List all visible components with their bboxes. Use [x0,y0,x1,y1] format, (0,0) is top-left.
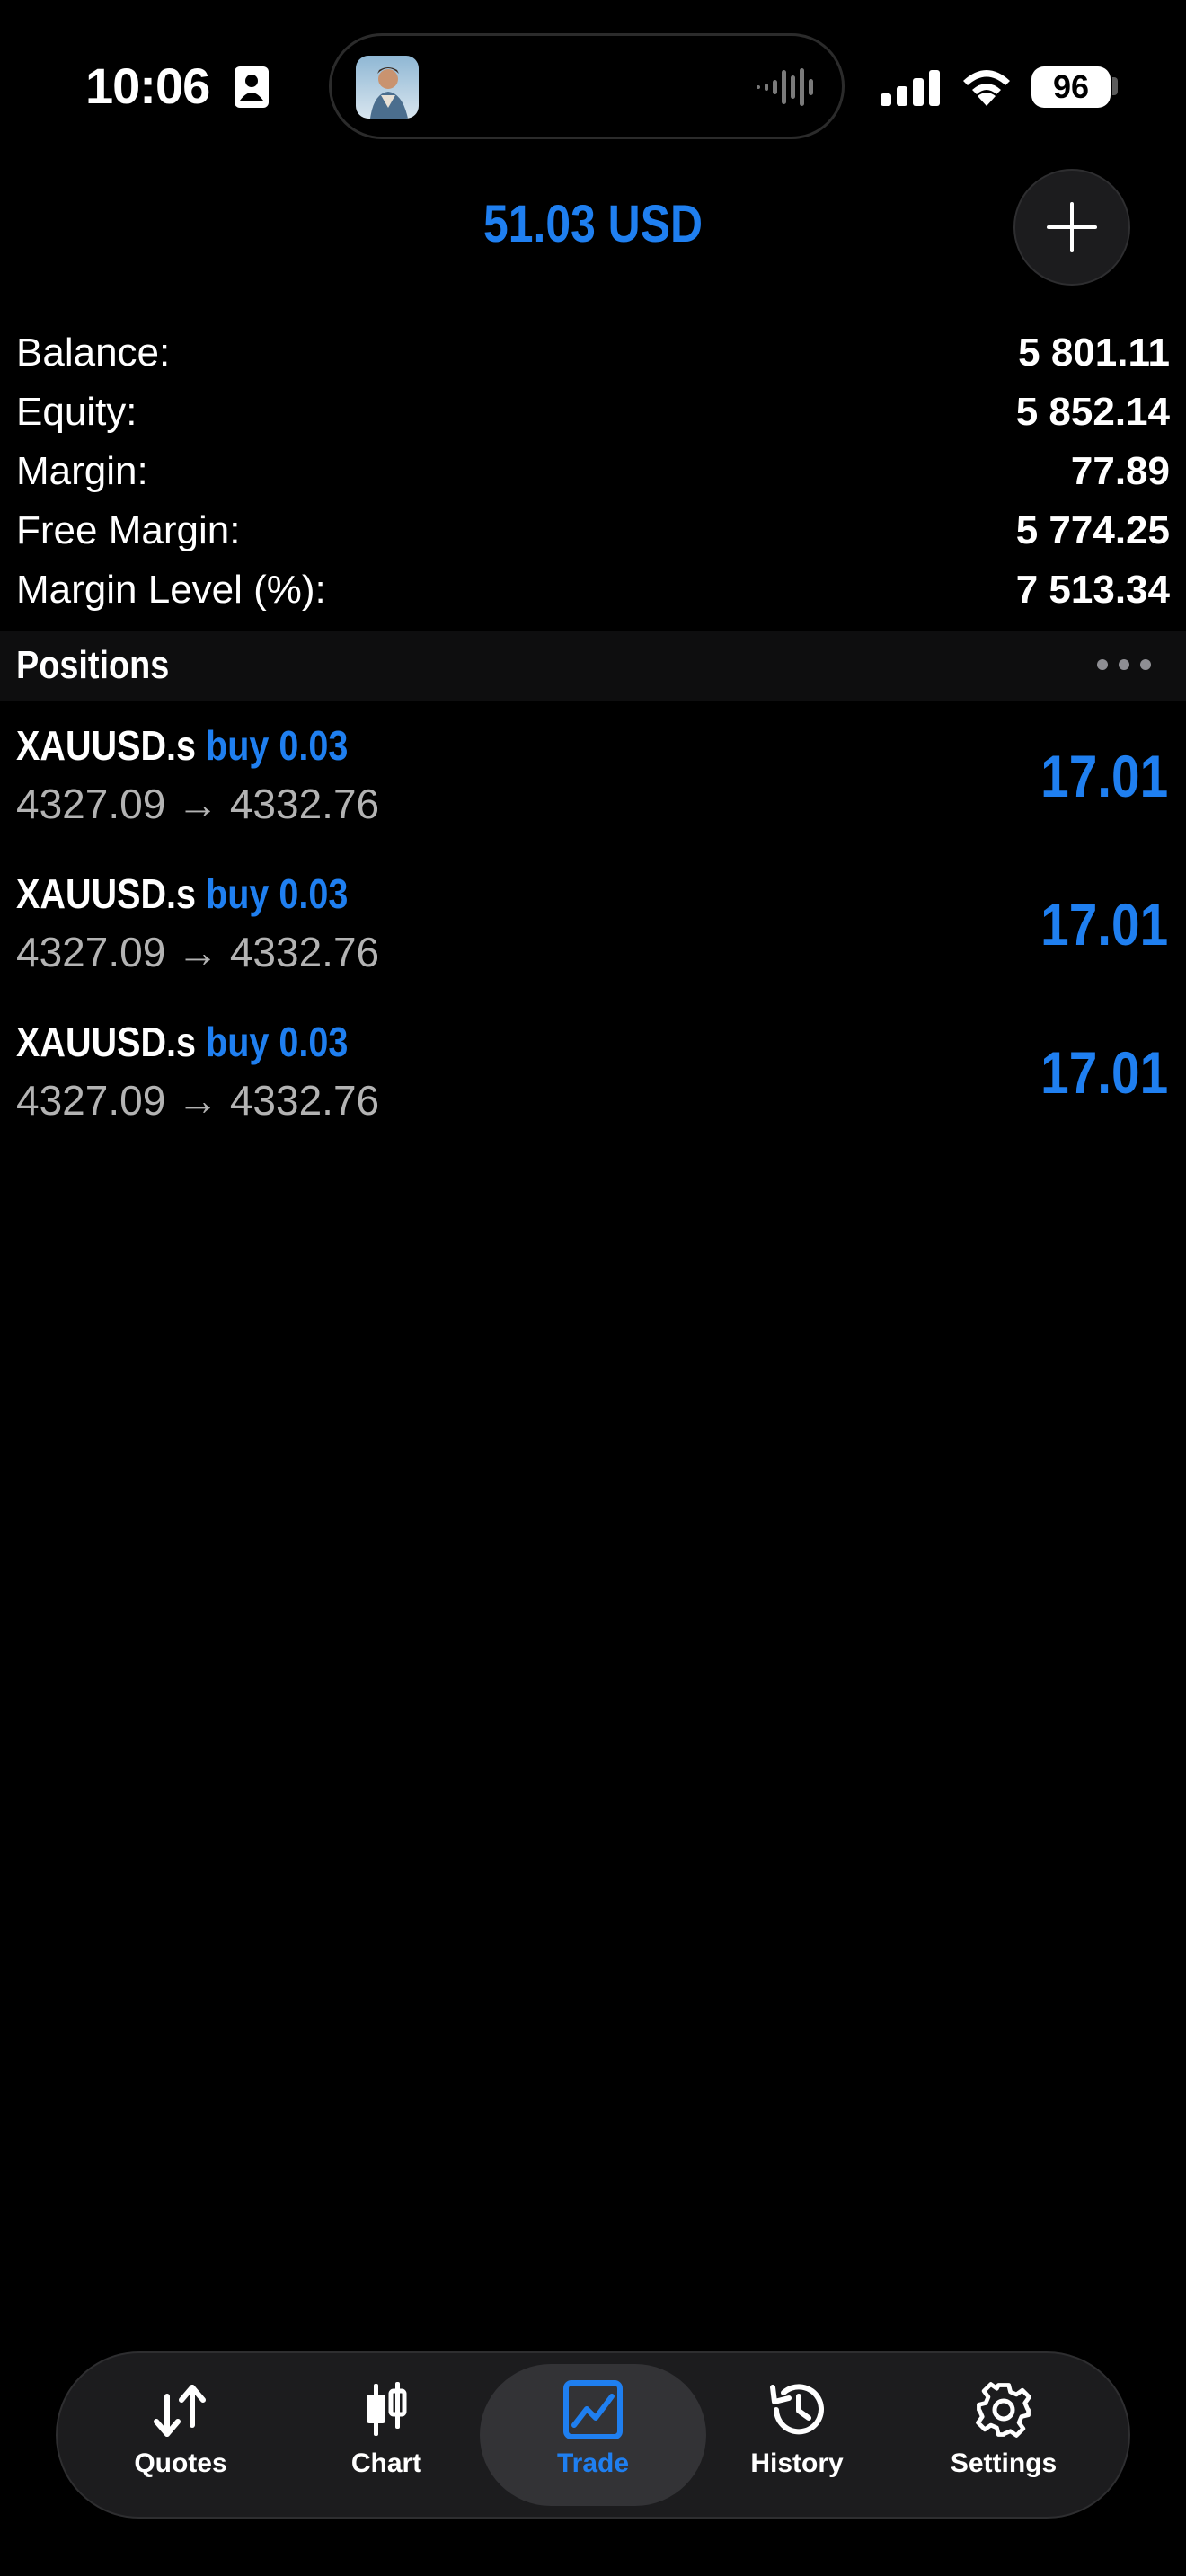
tab-settings-label: Settings [950,2448,1058,2478]
status-time: 10:06 [85,57,210,114]
wifi-icon [960,65,1013,106]
position-symbol: XAUUSD.s [16,870,197,917]
tab-chart-label: Chart [350,2448,422,2478]
position-title: XAUUSD.s buy 0.03 [16,717,348,774]
balance-label: Balance: [16,331,171,375]
position-symbol: XAUUSD.s [16,1019,197,1065]
price-arrow-icon: → [177,929,219,975]
open-price: 4327.09 [16,929,166,975]
price-arrow-icon: → [177,1077,219,1124]
position-prices: 4327.09 → 4332.76 [16,1072,379,1128]
summary-row-free-margin: Free Margin: 5 774.25 [16,501,1170,560]
battery-level: 96 [1031,66,1111,108]
summary-row-margin-level: Margin Level (%): 7 513.34 [16,560,1170,620]
history-clock-icon [770,2384,824,2435]
tab-trade-label: Trade [556,2448,630,2478]
current-price: 4332.76 [229,781,380,827]
position-row[interactable]: XAUUSD.s buy 0.03 4327.09 → 4332.76 17.0… [0,865,1186,1012]
position-row[interactable]: XAUUSD.s buy 0.03 4327.09 → 4332.76 17.0… [0,1013,1186,1160]
open-price: 4327.09 [16,781,166,827]
position-type: buy 0.03 [206,1019,349,1065]
position-profit: 17.01 [1040,891,1168,957]
open-price: 4327.09 [16,1077,166,1124]
tab-settings[interactable]: Settings [914,2380,1093,2497]
margin-label: Margin: [16,449,148,493]
current-price: 4332.76 [229,1077,380,1124]
gear-icon [976,2382,1031,2438]
position-type: buy 0.03 [206,722,349,769]
equity-value: 5 852.14 [1015,390,1170,434]
position-type: buy 0.03 [206,870,349,917]
cellular-signal-icon [881,70,942,106]
positions-title: Positions [16,643,170,687]
audio-waveform-icon [757,66,818,108]
margin-level-label: Margin Level (%): [16,568,326,612]
position-title: XAUUSD.s buy 0.03 [16,1013,348,1071]
now-playing-artwork[interactable] [356,56,419,119]
position-prices: 4327.09 → 4332.76 [16,776,379,832]
free-margin-label: Free Margin: [16,508,241,552]
equity-label: Equity: [16,390,137,434]
tab-chart[interactable]: Chart [296,2380,476,2497]
tab-trade[interactable]: Trade [503,2380,683,2497]
add-order-button[interactable] [1013,169,1130,286]
trade-chart-icon [563,2380,623,2439]
battery-cap [1112,77,1118,95]
plus-icon [1047,202,1097,252]
total-profit: 51.03 USD [483,195,703,253]
summary-row-balance: Balance: 5 801.11 [16,323,1170,383]
margin-level-value: 7 513.34 [1015,568,1170,612]
position-profit: 17.01 [1040,1039,1168,1106]
tab-quotes-label: Quotes [134,2448,227,2478]
margin-value: 77.89 [1070,449,1170,493]
summary-row-margin: Margin: 77.89 [16,442,1170,501]
summary-row-equity: Equity: 5 852.14 [16,383,1170,442]
candlestick-icon [367,2382,407,2436]
position-profit: 17.01 [1040,743,1168,809]
free-margin-value: 5 774.25 [1015,508,1170,552]
position-title: XAUUSD.s buy 0.03 [16,865,348,922]
quotes-arrows-icon [154,2385,206,2437]
position-symbol: XAUUSD.s [16,722,197,769]
position-row[interactable]: XAUUSD.s buy 0.03 4327.09 → 4332.76 17.0… [0,717,1186,864]
price-arrow-icon: → [177,781,219,827]
position-prices: 4327.09 → 4332.76 [16,924,379,980]
current-price: 4332.76 [229,929,380,975]
tab-quotes[interactable]: Quotes [91,2380,270,2497]
tab-history[interactable]: History [707,2380,887,2497]
more-options-icon[interactable] [1094,656,1154,674]
tab-history-label: History [750,2448,844,2478]
positions-header [0,631,1186,701]
balance-value: 5 801.11 [1018,331,1170,375]
focus-person-icon [235,66,269,108]
